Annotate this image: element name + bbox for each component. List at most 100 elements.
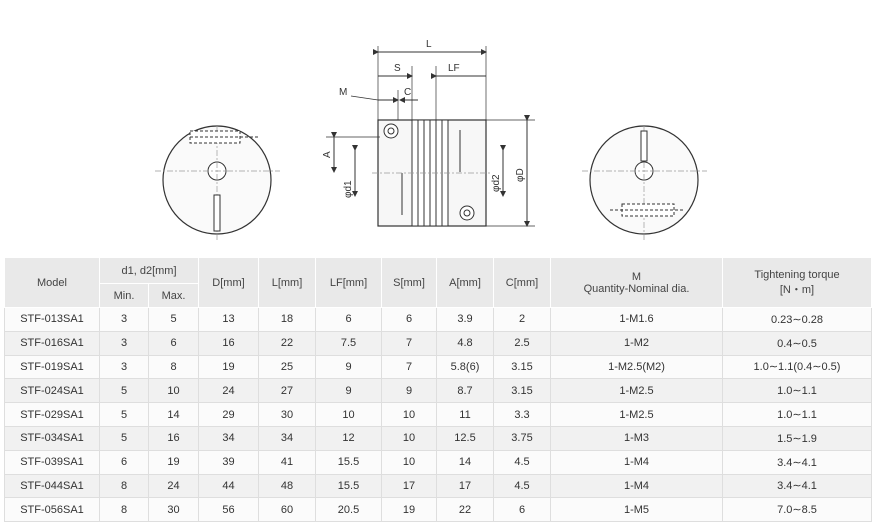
dim-d1-label: φd1 bbox=[343, 180, 354, 198]
cell-d-min: 8 bbox=[99, 473, 149, 499]
spec-table: Model d1, d2[mm] D[mm] L[mm] LF[mm] S[mm… bbox=[4, 257, 872, 523]
cell-M: 1-M4 bbox=[550, 473, 723, 499]
table-row: STF-013SA1 3 5 13 18 6 6 3.9 2 1-M1.6 0.23∼0.28 bbox=[4, 307, 872, 332]
col-A: A[mm] bbox=[436, 257, 494, 308]
dim-d2-label: φd2 bbox=[491, 174, 502, 192]
cell-S: 10 bbox=[381, 402, 437, 427]
cell-LF: 12 bbox=[315, 425, 382, 451]
cell-A: 17 bbox=[436, 473, 494, 499]
cell-d-max: 6 bbox=[148, 330, 199, 356]
cell-D: 13 bbox=[198, 307, 259, 332]
table-row: STF-029SA1 5 14 29 30 10 10 11 3.3 1-M2.5 1.0∼1.1 bbox=[4, 402, 872, 427]
col-d-max: Max. bbox=[148, 283, 199, 308]
col-model: Model bbox=[4, 257, 100, 308]
cell-LF: 15.5 bbox=[315, 449, 382, 475]
dim-D-label: φD bbox=[515, 168, 526, 182]
cell-d-max: 10 bbox=[148, 378, 199, 404]
dim-C-label: C bbox=[404, 87, 411, 98]
cell-S: 17 bbox=[381, 473, 437, 499]
table-row: STF-016SA1 3 6 16 22 7.5 7 4.8 2.5 1-M2 0.4∼0.5 bbox=[4, 330, 872, 356]
cell-d-min: 8 bbox=[99, 497, 149, 523]
cell-C: 4.5 bbox=[493, 473, 551, 499]
table-row: STF-019SA1 3 8 19 25 9 7 5.8(6) 3.15 1-M2.5(M2) 1.… bbox=[4, 354, 872, 380]
cell-d-max: 30 bbox=[148, 497, 199, 523]
cell-D: 16 bbox=[198, 330, 259, 356]
cell-M: 1-M5 bbox=[550, 497, 723, 523]
cell-D: 19 bbox=[198, 354, 259, 380]
cell-D: 24 bbox=[198, 378, 259, 404]
cell-model: STF-024SA1 bbox=[4, 378, 100, 404]
cell-torque: 0.4∼0.5 bbox=[722, 330, 872, 356]
table-row: STF-056SA1 8 30 56 60 20.5 19 22 6 1-M5 7.0∼8.5 bbox=[4, 497, 872, 523]
cell-torque: 1.5∼1.9 bbox=[722, 425, 872, 451]
cell-S: 7 bbox=[381, 330, 437, 356]
cell-d-max: 24 bbox=[148, 473, 199, 499]
cell-d-min: 3 bbox=[99, 354, 149, 380]
cell-torque: 1.0∼1.1 bbox=[722, 378, 872, 404]
cell-A: 11 bbox=[436, 402, 494, 427]
right-end-view bbox=[582, 125, 707, 240]
cell-A: 14 bbox=[436, 449, 494, 475]
coupling-drawing-svg: L S LF M C A φd1 φd2 φD bbox=[155, 39, 707, 240]
cell-LF: 10 bbox=[315, 402, 382, 427]
col-L: L[mm] bbox=[258, 257, 316, 308]
cell-D: 56 bbox=[198, 497, 259, 523]
coupling-drawing: L S LF M C A φd1 φd2 φD bbox=[0, 0, 875, 255]
cell-D: 34 bbox=[198, 425, 259, 451]
cell-d-max: 14 bbox=[148, 402, 199, 427]
cell-LF: 9 bbox=[315, 354, 382, 380]
cell-M: 1-M2.5 bbox=[550, 378, 723, 404]
cell-C: 3.15 bbox=[493, 378, 551, 404]
cell-L: 41 bbox=[258, 449, 316, 475]
col-torque-line1: Tightening torque bbox=[754, 268, 840, 281]
cell-d-min: 6 bbox=[99, 449, 149, 475]
cell-d-min: 5 bbox=[99, 402, 149, 427]
cell-torque: 1.0∼1.1 bbox=[722, 402, 872, 427]
cell-model: STF-029SA1 bbox=[4, 402, 100, 427]
cell-S: 10 bbox=[381, 449, 437, 475]
cell-L: 22 bbox=[258, 330, 316, 356]
table-row: STF-039SA1 6 19 39 41 15.5 10 14 4.5 1-M4 3.4∼4.1 bbox=[4, 449, 872, 475]
cell-A: 8.7 bbox=[436, 378, 494, 404]
col-d-min: Min. bbox=[99, 283, 149, 308]
cell-d-min: 3 bbox=[99, 330, 149, 356]
cell-S: 9 bbox=[381, 378, 437, 404]
cell-model: STF-034SA1 bbox=[4, 425, 100, 451]
col-LF: LF[mm] bbox=[315, 257, 382, 308]
col-M-line1: M bbox=[631, 270, 642, 283]
cell-C: 3.75 bbox=[493, 425, 551, 451]
col-d-group: d1, d2[mm] bbox=[99, 257, 199, 284]
cell-d-max: 8 bbox=[148, 354, 199, 380]
cell-S: 19 bbox=[381, 497, 437, 523]
col-D: D[mm] bbox=[198, 257, 259, 308]
cell-torque: 7.0∼8.5 bbox=[722, 497, 872, 523]
col-S: S[mm] bbox=[381, 257, 437, 308]
cell-M: 1-M2.5(M2) bbox=[550, 354, 723, 380]
cell-model: STF-019SA1 bbox=[4, 354, 100, 380]
cell-C: 6 bbox=[493, 497, 551, 523]
cell-L: 25 bbox=[258, 354, 316, 380]
cell-model: STF-039SA1 bbox=[4, 449, 100, 475]
cell-S: 7 bbox=[381, 354, 437, 380]
table-row: STF-044SA1 8 24 44 48 15.5 17 17 4.5 1-M4 3.4∼4.1 bbox=[4, 473, 872, 499]
cell-model: STF-016SA1 bbox=[4, 330, 100, 356]
cell-M: 1-M2 bbox=[550, 330, 723, 356]
dim-M-label: M bbox=[339, 87, 347, 98]
cell-torque: 1.0∼1.1(0.4∼0.5) bbox=[722, 354, 872, 380]
cell-M: 1-M4 bbox=[550, 449, 723, 475]
cell-d-min: 5 bbox=[99, 378, 149, 404]
col-torque: Tightening torque [N・m] bbox=[722, 257, 872, 308]
cell-S: 10 bbox=[381, 425, 437, 451]
cell-d-max: 16 bbox=[148, 425, 199, 451]
cell-C: 3.15 bbox=[493, 354, 551, 380]
cell-A: 12.5 bbox=[436, 425, 494, 451]
cell-A: 5.8(6) bbox=[436, 354, 494, 380]
col-M: M Quantity-Nominal dia. bbox=[550, 257, 723, 308]
cell-model: STF-013SA1 bbox=[4, 307, 100, 332]
cell-S: 6 bbox=[381, 307, 437, 332]
cell-C: 2 bbox=[493, 307, 551, 332]
cell-A: 3.9 bbox=[436, 307, 494, 332]
col-torque-line2: [N・m] bbox=[779, 283, 815, 296]
cell-d-max: 19 bbox=[148, 449, 199, 475]
col-M-line2: Quantity-Nominal dia. bbox=[583, 282, 690, 295]
